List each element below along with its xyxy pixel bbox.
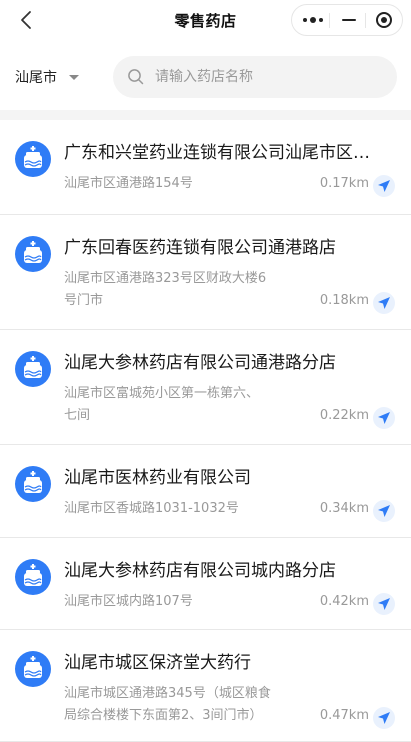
navigate-button[interactable] [373, 593, 395, 615]
pharmacy-logo-icon [15, 651, 51, 687]
store-name: 汕尾市医林药业有限公司 [64, 468, 251, 488]
navigate-button[interactable] [373, 500, 395, 522]
navigation-arrow-icon [378, 180, 390, 192]
navigate-button[interactable] [373, 292, 395, 314]
store-address-line: 号门市 [64, 293, 104, 308]
search-input[interactable] [153, 68, 387, 86]
search-icon [128, 69, 144, 85]
minimize-button[interactable] [330, 5, 367, 35]
navigation-arrow-icon [378, 505, 390, 517]
store-address-line: 七间 [64, 408, 91, 423]
store-address: 汕尾市区香城路1031-1032号 [64, 498, 296, 520]
store-name: 广东和兴堂药业连锁有限公司汕尾市区… [64, 143, 370, 163]
navigation-arrow-icon [378, 712, 390, 724]
store-address-line: 汕尾市区通港路154号 [64, 176, 193, 191]
caret-down-icon [69, 74, 79, 80]
target-circle-icon [375, 12, 392, 28]
store-address-line: 汕尾市城区通港路345号（城区粮食 [64, 686, 271, 701]
store-address: 汕尾市区通港路323号区财政大楼6 号门市 [64, 268, 296, 312]
store-list-item[interactable]: 汕尾市城区保济堂大药行汕尾市城区通港路345号（城区粮食 局综合楼楼下东面第2、3… [0, 630, 411, 742]
pharmacy-logo-icon [15, 141, 51, 177]
store-distance: 0.42km [319, 594, 369, 609]
navigation-arrow-icon [378, 598, 390, 610]
navigate-button[interactable] [373, 407, 395, 429]
store-list-item[interactable]: 汕尾市医林药业有限公司汕尾市区香城路1031-1032号 0.34km [0, 445, 411, 538]
search-box[interactable] [113, 56, 397, 98]
navigate-button[interactable] [373, 175, 395, 197]
store-list-item[interactable]: 汕尾大参林药店有限公司通港路分店汕尾市区富城苑小区第一栋第六、 七间 0.22km [0, 330, 411, 445]
store-list: 广东和兴堂药业连锁有限公司汕尾市区… 汕尾市区通港路154号 0.17km 广东回春医… [0, 120, 411, 742]
store-address-line: 汕尾市区通港路323号区财政大楼6 [64, 271, 267, 286]
close-program-button[interactable] [365, 5, 402, 35]
minus-icon [341, 19, 356, 21]
more-dots-icon [302, 17, 323, 23]
store-address-line: 汕尾市区香城路1031-1032号 [64, 501, 239, 516]
store-address-line: 汕尾市区富城苑小区第一栋第六、 [64, 386, 260, 401]
store-address: 汕尾市区城内路107号 [64, 591, 296, 613]
nav-bar: 零售药店 [0, 0, 411, 40]
store-name: 汕尾市城区保济堂大药行 [64, 653, 251, 673]
store-list-item[interactable]: 汕尾大参林药店有限公司城内路分店汕尾市区城内路107号 0.42km [0, 538, 411, 630]
store-name: 汕尾大参林药店有限公司城内路分店 [64, 561, 336, 581]
navigate-button[interactable] [373, 707, 395, 729]
store-address: 汕尾市区通港路154号 [64, 173, 296, 195]
store-address-line: 汕尾市区城内路107号 [64, 594, 193, 609]
pharmacy-logo-icon [15, 236, 51, 272]
pharmacy-logo-icon [15, 466, 51, 502]
navigation-arrow-icon [378, 412, 390, 424]
navigation-arrow-icon [378, 297, 390, 309]
city-selector[interactable]: 汕尾市 [15, 67, 79, 87]
store-list-item[interactable]: 广东和兴堂药业连锁有限公司汕尾市区… 汕尾市区通港路154号 0.17km [0, 120, 411, 215]
store-list-item[interactable]: 广东回春医药连锁有限公司通港路店汕尾市区通港路323号区财政大楼6 号门市 0.18… [0, 215, 411, 330]
store-name: 广东回春医药连锁有限公司通港路店 [64, 238, 336, 258]
mini-program-capsule [291, 4, 403, 36]
store-address: 汕尾市区富城苑小区第一栋第六、 七间 [64, 383, 296, 427]
section-gap [0, 110, 411, 120]
store-distance: 0.47km [319, 708, 369, 723]
store-address: 汕尾市城区通港路345号（城区粮食 局综合楼楼下东面第2、3间门市） [64, 683, 296, 727]
pharmacy-logo-icon [15, 559, 51, 595]
city-label: 汕尾市 [15, 70, 57, 86]
store-distance: 0.18km [319, 293, 369, 308]
store-distance: 0.17km [319, 176, 369, 191]
store-address-line: 局综合楼楼下东面第2、3间门市） [64, 708, 263, 723]
pharmacy-logo-icon [15, 351, 51, 387]
store-name: 汕尾大参林药店有限公司通港路分店 [64, 353, 336, 373]
store-distance: 0.34km [319, 501, 369, 516]
more-menu-button[interactable] [294, 5, 331, 35]
store-distance: 0.22km [319, 408, 369, 423]
filter-bar: 汕尾市 [0, 48, 411, 106]
